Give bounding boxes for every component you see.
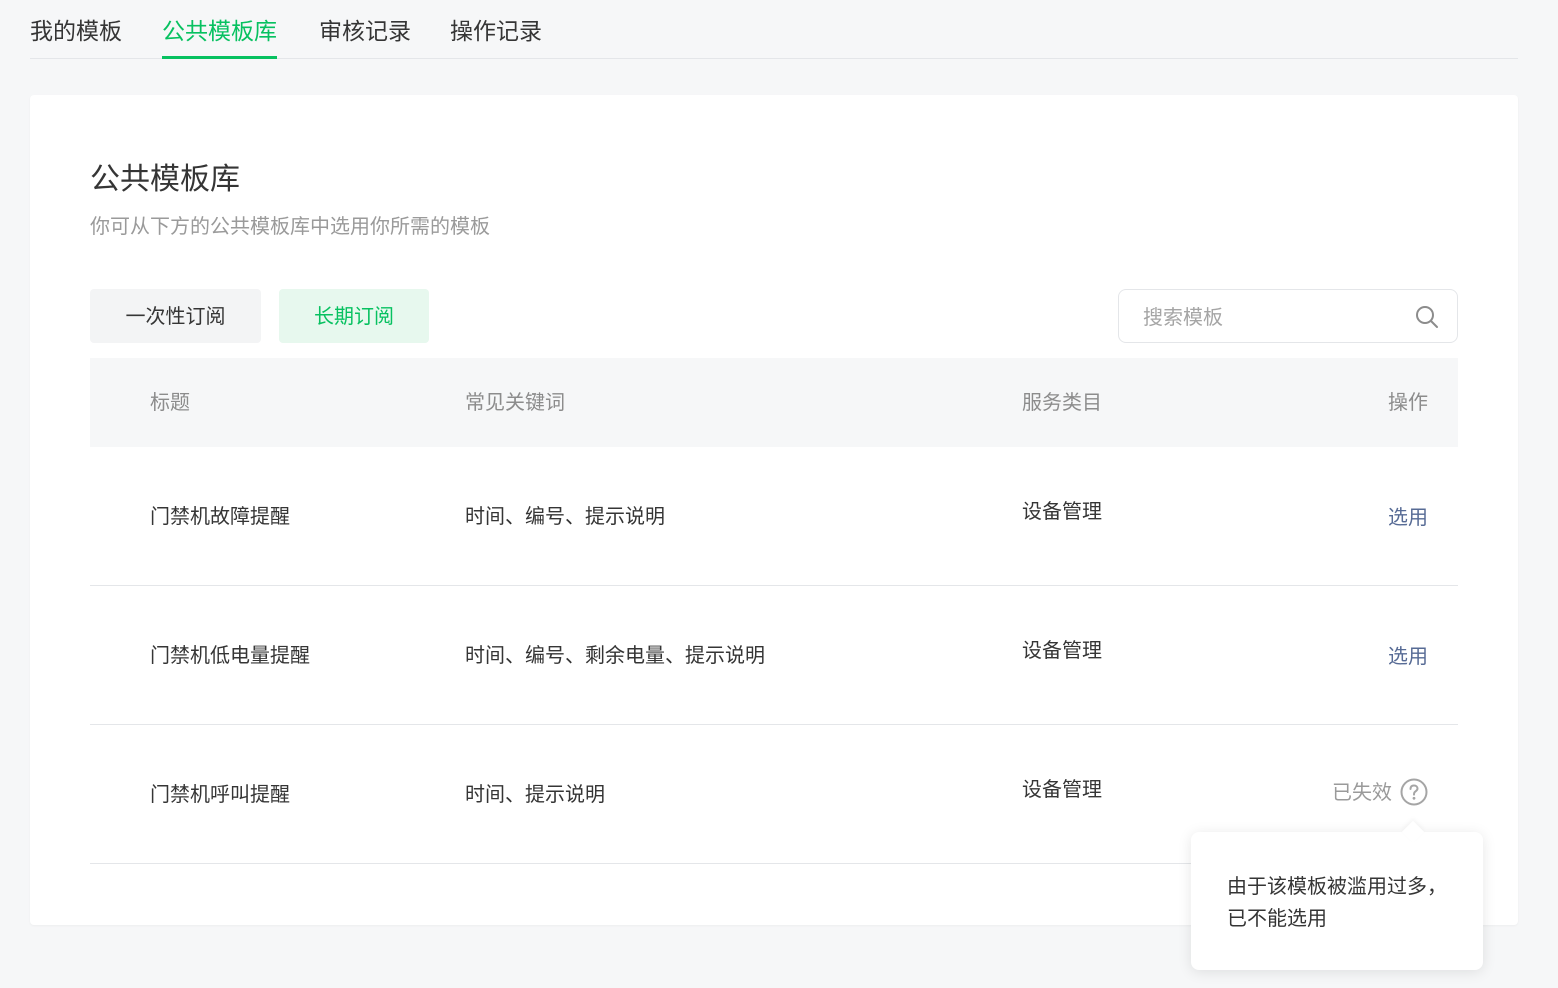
header-keywords: 常见关键词 [465, 390, 565, 414]
tooltip-text: 由于该模板被滥用过多，已不能选用 [1227, 874, 1447, 930]
page-title: 公共模板库 [90, 162, 240, 197]
template-library-card: 公共模板库 你可从下方的公共模板库中选用你所需的模板 一次性订阅 长期订阅 标题… [30, 95, 1518, 925]
question-circle-icon[interactable] [1400, 778, 1428, 806]
search-icon[interactable] [1415, 305, 1439, 329]
table-row: 门禁机低电量提醒 时间、编号、剩余电量、提示说明 设备管理 选用 [90, 586, 1458, 725]
row-title: 门禁机故障提醒 [150, 504, 290, 528]
template-table: 标题 常见关键词 服务类目 操作 门禁机故障提醒 时间、编号、提示说明 设备管理… [90, 358, 1458, 864]
row-category: 设备管理 [1022, 638, 1102, 662]
one-time-subscription-button[interactable]: 一次性订阅 [90, 289, 261, 343]
top-tab-bar: 我的模板 公共模板库 审核记录 操作记录 [30, 0, 1518, 59]
table-row: 门禁机故障提醒 时间、编号、提示说明 设备管理 选用 [90, 447, 1458, 586]
search-box [1118, 289, 1458, 343]
row-keywords: 时间、提示说明 [465, 782, 605, 806]
header-category: 服务类目 [1022, 390, 1102, 414]
row-category: 设备管理 [1022, 777, 1102, 801]
select-template-link[interactable]: 选用 [1388, 503, 1428, 531]
tab-public-template-library[interactable]: 公共模板库 [162, 14, 277, 59]
long-term-subscription-button[interactable]: 长期订阅 [279, 289, 429, 343]
row-keywords: 时间、编号、提示说明 [465, 504, 665, 528]
row-keywords: 时间、编号、剩余电量、提示说明 [465, 643, 765, 667]
page-description: 你可从下方的公共模板库中选用你所需的模板 [90, 214, 490, 238]
select-template-link[interactable]: 选用 [1388, 642, 1428, 670]
tab-my-templates[interactable]: 我的模板 [30, 14, 122, 50]
tab-operation-records[interactable]: 操作记录 [450, 14, 542, 50]
search-input[interactable] [1141, 302, 1401, 332]
header-action: 操作 [1388, 390, 1428, 414]
row-title: 门禁机呼叫提醒 [150, 782, 290, 806]
row-title: 门禁机低电量提醒 [150, 643, 310, 667]
expired-tooltip: 由于该模板被滥用过多，已不能选用 [1191, 832, 1483, 970]
tab-review-records[interactable]: 审核记录 [319, 14, 411, 50]
row-category: 设备管理 [1022, 499, 1102, 523]
header-title: 标题 [150, 390, 190, 414]
table-header: 标题 常见关键词 服务类目 操作 [90, 358, 1458, 447]
expired-status: 已失效 [1332, 778, 1428, 806]
expired-label: 已失效 [1332, 780, 1392, 804]
